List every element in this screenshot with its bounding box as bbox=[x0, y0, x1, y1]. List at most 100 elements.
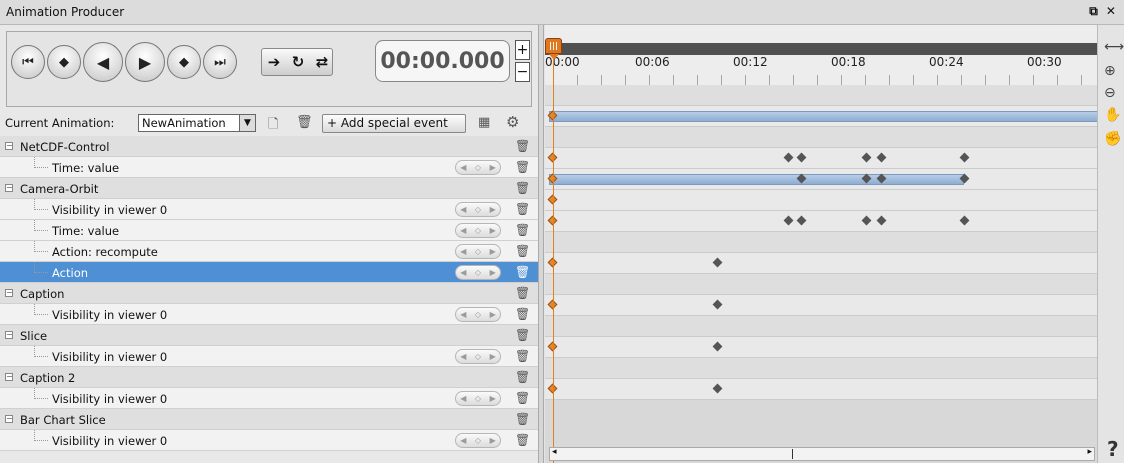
keyframe-marker[interactable] bbox=[783, 215, 794, 226]
keyframe-marker[interactable] bbox=[876, 152, 887, 163]
track-group-row[interactable]: − Caption 2 🗑 bbox=[0, 367, 538, 388]
keyframe-nav-control[interactable]: ◀ ◇ ▶ bbox=[455, 160, 501, 175]
collapse-icon[interactable]: − bbox=[5, 184, 13, 192]
track-row[interactable]: Visibility in viewer 0 ◀ ◇ ▶ 🗑 bbox=[0, 388, 538, 409]
add-special-event-button[interactable]: + Add special event bbox=[322, 114, 466, 133]
time-plus-button[interactable]: + bbox=[515, 40, 530, 60]
prev-key-icon[interactable]: ◀ bbox=[460, 394, 466, 403]
keyframe-marker[interactable] bbox=[959, 152, 970, 163]
loop-toggle[interactable]: ↻ bbox=[286, 49, 310, 75]
keyframe-nav-control[interactable]: ◀ ◇ ▶ bbox=[455, 202, 501, 217]
track-group-row[interactable]: − Caption 🗑 bbox=[0, 283, 538, 304]
prev-key-icon[interactable]: ◀ bbox=[460, 226, 466, 235]
keyframe-marker[interactable] bbox=[876, 215, 887, 226]
prev-key-icon[interactable]: ◀ bbox=[460, 268, 466, 277]
grab-icon[interactable]: ✊ bbox=[1104, 131, 1121, 147]
timeline-track-row[interactable] bbox=[545, 274, 1097, 295]
collapse-icon[interactable]: − bbox=[5, 331, 13, 339]
trash-icon[interactable]: 🗑 bbox=[515, 349, 530, 363]
next-key-icon[interactable]: ▶ bbox=[490, 226, 496, 235]
pan-hand-icon[interactable]: ✋ bbox=[1104, 107, 1121, 123]
timeline-track-row[interactable] bbox=[545, 379, 1097, 400]
timeline-track-row[interactable] bbox=[545, 85, 1097, 106]
keyframe-marker[interactable] bbox=[783, 152, 794, 163]
keyframe-nav-control[interactable]: ◀ ◇ ▶ bbox=[455, 349, 501, 364]
interpolation-bar[interactable] bbox=[549, 111, 1097, 122]
trash-icon[interactable]: 🗑 bbox=[515, 412, 530, 426]
timeline-track-row[interactable] bbox=[545, 358, 1097, 379]
timeline-track-row[interactable] bbox=[545, 148, 1097, 169]
timeline-ruler[interactable]: 00:00 00:06 00:12 00:18 00:24 00:30 ||| bbox=[545, 25, 1097, 85]
add-key-icon[interactable]: ◇ bbox=[475, 247, 481, 256]
trash-icon[interactable]: 🗑 bbox=[515, 328, 530, 342]
new-animation-icon[interactable]: 🗋 bbox=[268, 115, 278, 137]
delete-animation-icon[interactable]: 🗑 bbox=[296, 115, 313, 130]
window-controls[interactable]: ⧉ ✕ bbox=[1089, 4, 1118, 19]
keyframe-marker[interactable] bbox=[959, 215, 970, 226]
trash-icon[interactable]: 🗑 bbox=[515, 391, 530, 405]
trash-icon[interactable]: 🗑 bbox=[515, 307, 530, 321]
scrollbar-thumb[interactable] bbox=[566, 449, 793, 459]
splitter-handle[interactable] bbox=[538, 25, 544, 463]
add-key-icon[interactable]: ◇ bbox=[475, 226, 481, 235]
keyframe-nav-control[interactable]: ◀ ◇ ▶ bbox=[455, 244, 501, 259]
timeline-track-row[interactable] bbox=[545, 295, 1097, 316]
add-key-icon[interactable]: ◇ bbox=[475, 205, 481, 214]
timeline-track-row[interactable] bbox=[545, 316, 1097, 337]
track-row[interactable]: Action: recompute ◀ ◇ ▶ 🗑 bbox=[0, 241, 538, 262]
zoom-in-icon[interactable]: ⊕ bbox=[1104, 63, 1116, 79]
scroll-left-icon[interactable]: ◂ bbox=[552, 447, 557, 457]
help-button[interactable]: ? bbox=[1107, 437, 1119, 461]
track-row[interactable]: Time: value ◀ ◇ ▶ 🗑 bbox=[0, 220, 538, 241]
timeline-track-row[interactable] bbox=[545, 253, 1097, 274]
film-icon[interactable]: ▦ bbox=[478, 115, 490, 130]
skip-to-start-button[interactable]: ⏮ bbox=[11, 45, 45, 79]
keyframe-marker[interactable] bbox=[712, 299, 723, 310]
add-key-icon[interactable]: ◇ bbox=[475, 310, 481, 319]
play-forward-button[interactable]: ▶ bbox=[125, 42, 165, 82]
track-row[interactable]: Visibility in viewer 0 ◀ ◇ ▶ 🗑 bbox=[0, 430, 538, 451]
skip-to-end-button[interactable]: ⏭ bbox=[203, 45, 237, 79]
track-group-row[interactable]: − Camera-Orbit 🗑 bbox=[0, 178, 538, 199]
keyframe-marker[interactable] bbox=[796, 152, 807, 163]
timeline-track-row[interactable] bbox=[545, 232, 1097, 253]
trash-icon[interactable]: 🗑 bbox=[515, 160, 530, 174]
swing-toggle[interactable]: ⇄ bbox=[310, 49, 334, 75]
track-row[interactable]: Action ◀ ◇ ▶ 🗑 bbox=[0, 262, 538, 283]
track-row[interactable]: Visibility in viewer 0 ◀ ◇ ▶ 🗑 bbox=[0, 346, 538, 367]
add-key-icon[interactable]: ◇ bbox=[475, 352, 481, 361]
keyframe-marker[interactable] bbox=[861, 215, 872, 226]
next-key-icon[interactable]: ▶ bbox=[490, 268, 496, 277]
keyframe-nav-control[interactable]: ◀ ◇ ▶ bbox=[455, 433, 501, 448]
track-row[interactable]: Visibility in viewer 0 ◀ ◇ ▶ 🗑 bbox=[0, 199, 538, 220]
track-row[interactable]: Time: value ◀ ◇ ▶ 🗑 bbox=[0, 157, 538, 178]
add-key-icon[interactable]: ◇ bbox=[475, 163, 481, 172]
fit-range-icon[interactable]: ⟷ bbox=[1104, 39, 1124, 55]
prev-key-icon[interactable]: ◀ bbox=[460, 310, 466, 319]
timeline-track-row[interactable] bbox=[545, 169, 1097, 190]
gear-icon[interactable]: ⚙ bbox=[506, 113, 519, 131]
track-row[interactable]: Visibility in viewer 0 ◀ ◇ ▶ 🗑 bbox=[0, 304, 538, 325]
track-group-row[interactable]: − Bar Chart Slice 🗑 bbox=[0, 409, 538, 430]
time-display[interactable]: 00:00.000 bbox=[375, 40, 510, 82]
keyframe-marker[interactable] bbox=[861, 152, 872, 163]
trash-icon[interactable]: 🗑 bbox=[515, 223, 530, 237]
animation-select[interactable]: NewAnimation ▼ bbox=[138, 114, 256, 132]
timeline-horizontal-scrollbar[interactable]: ◂ ▸ bbox=[549, 447, 1095, 461]
trash-icon[interactable]: 🗑 bbox=[515, 139, 530, 153]
track-group-row[interactable]: − Slice 🗑 bbox=[0, 325, 538, 346]
trash-icon[interactable]: 🗑 bbox=[515, 265, 530, 279]
add-key-icon[interactable]: ◇ bbox=[475, 436, 481, 445]
prev-key-icon[interactable]: ◀ bbox=[460, 247, 466, 256]
trash-icon[interactable]: 🗑 bbox=[515, 286, 530, 300]
prev-key-icon[interactable]: ◀ bbox=[460, 163, 466, 172]
interpolation-bar[interactable] bbox=[549, 174, 964, 185]
add-key-icon[interactable]: ◇ bbox=[475, 394, 481, 403]
keyframe-nav-control[interactable]: ◀ ◇ ▶ bbox=[455, 223, 501, 238]
keyframe-marker[interactable] bbox=[796, 215, 807, 226]
previous-keyframe-button[interactable]: ◆ bbox=[47, 45, 81, 79]
trash-icon[interactable]: 🗑 bbox=[515, 370, 530, 384]
trash-icon[interactable]: 🗑 bbox=[515, 181, 530, 195]
next-key-icon[interactable]: ▶ bbox=[490, 394, 496, 403]
play-once-toggle[interactable]: ➔ bbox=[262, 49, 286, 75]
